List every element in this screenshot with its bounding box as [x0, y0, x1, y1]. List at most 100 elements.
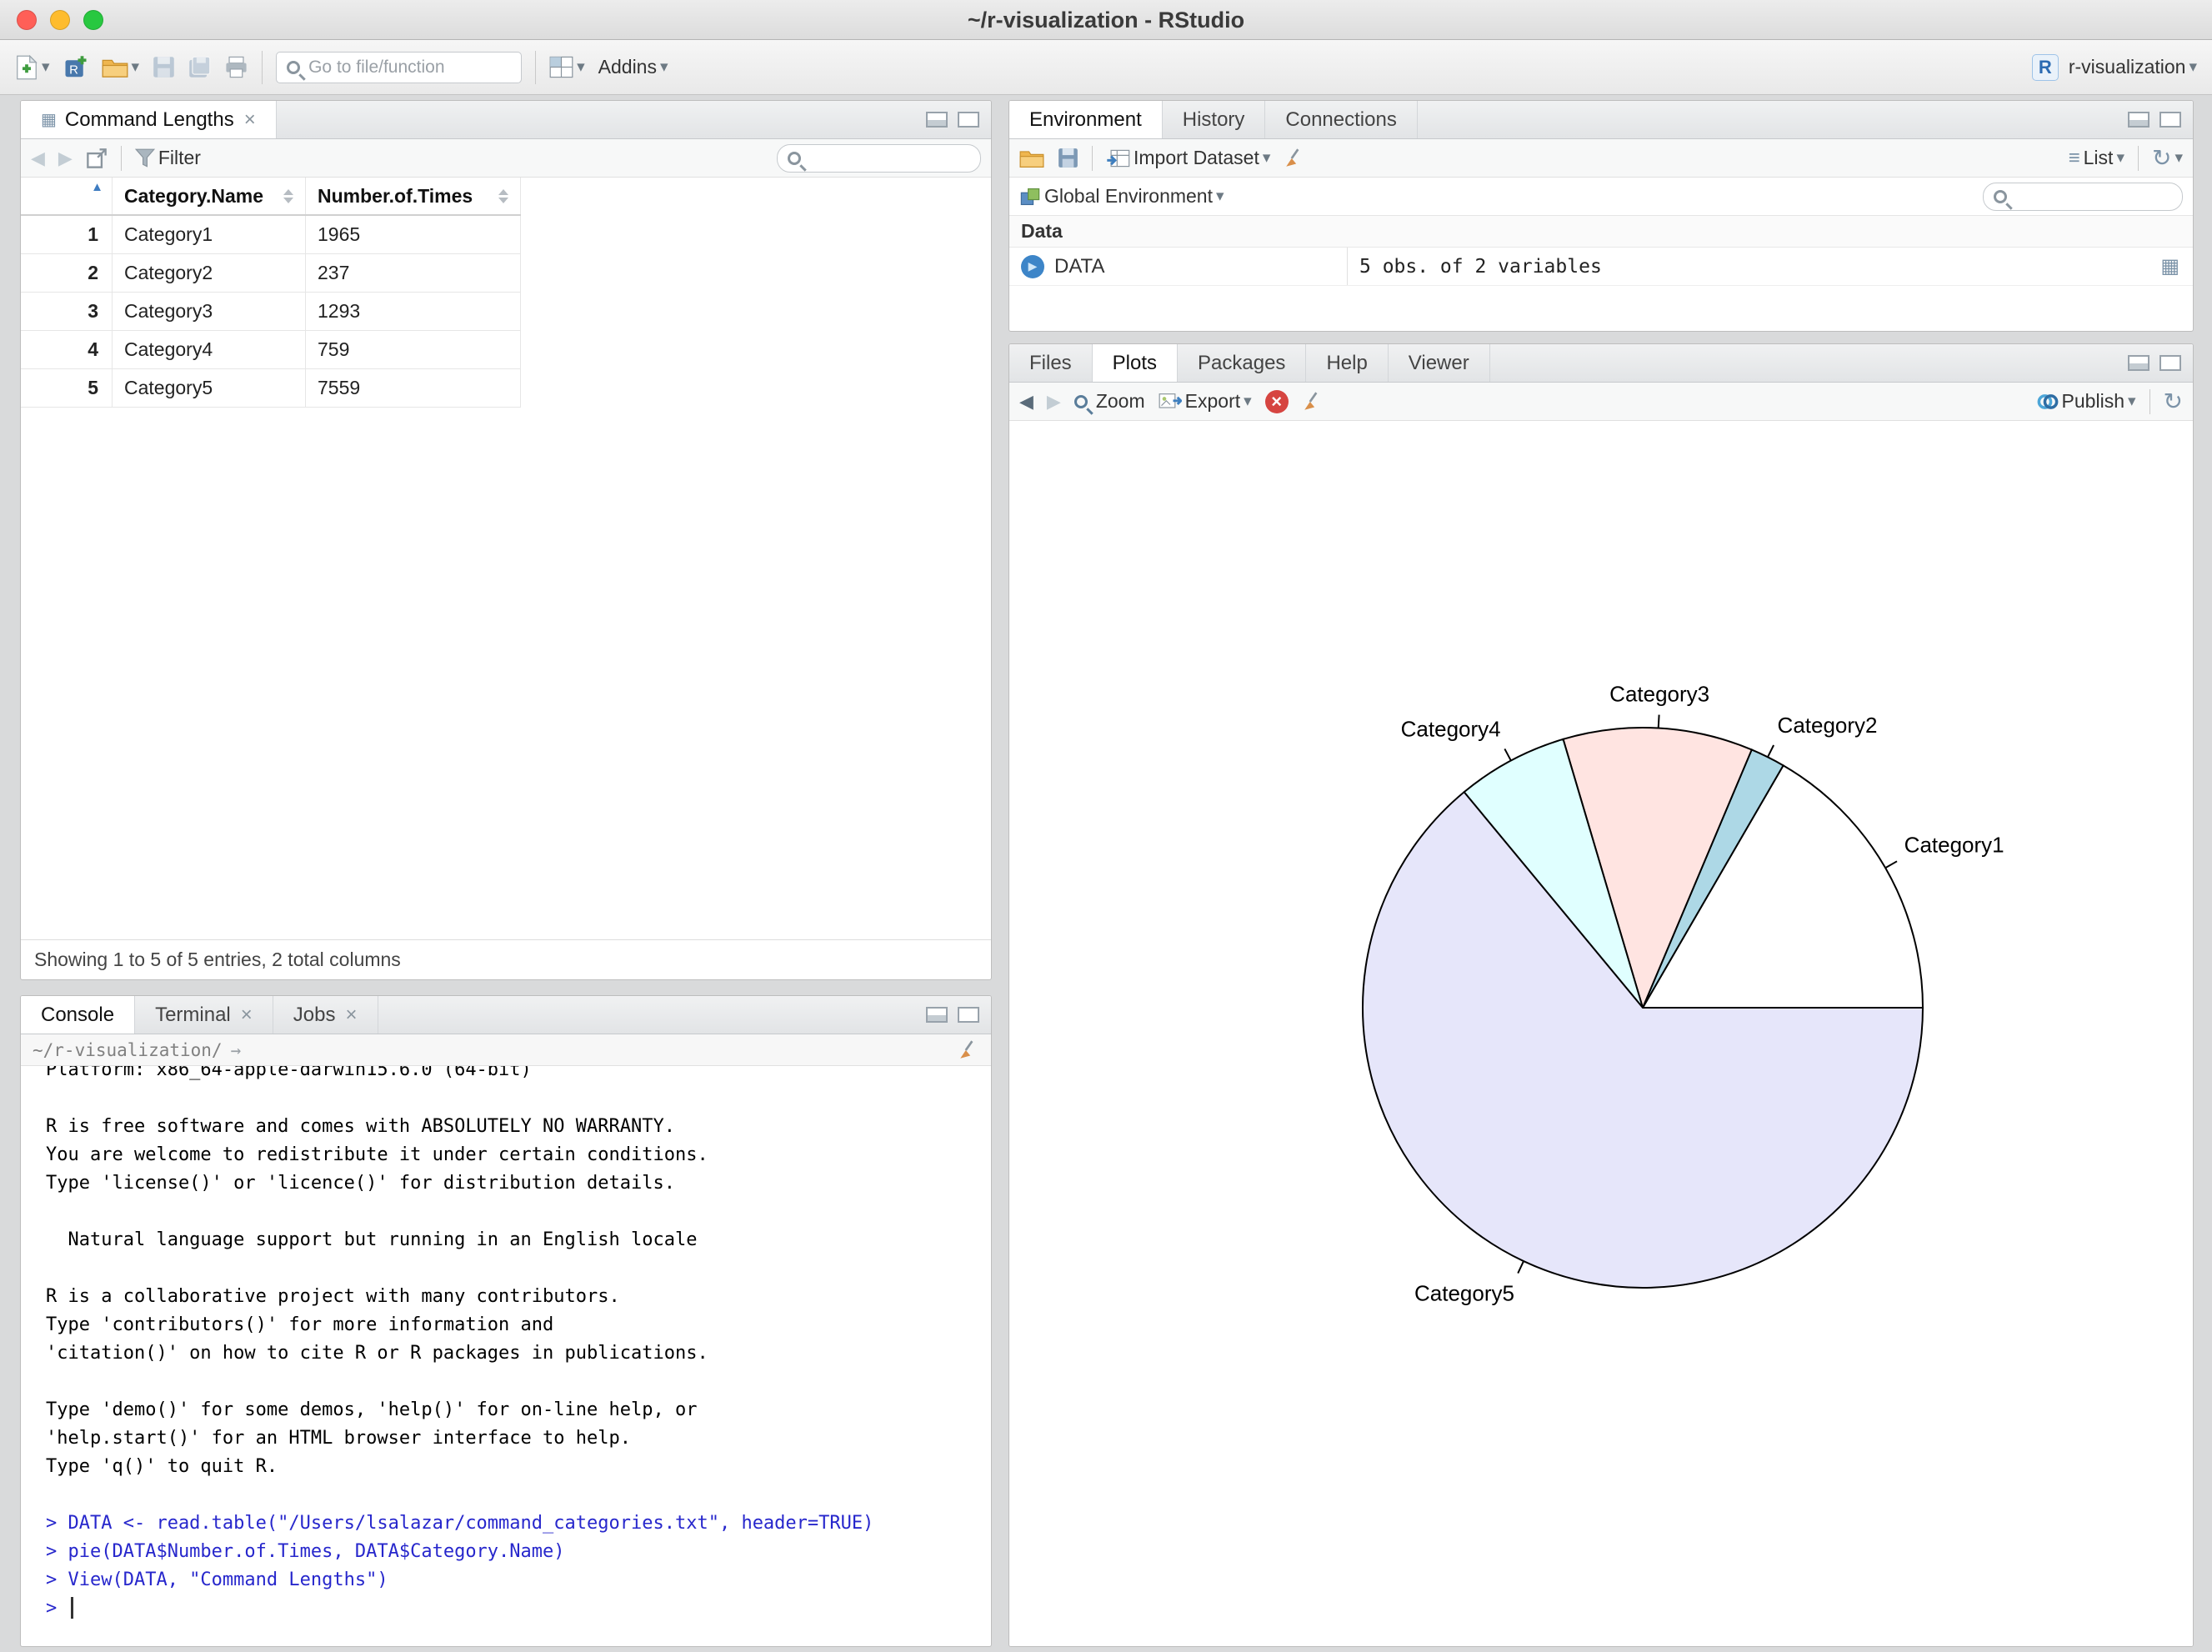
- tab-label: Packages: [1198, 351, 1286, 374]
- maximize-pane-button[interactable]: [2159, 355, 2181, 371]
- toolbar-separator: [1092, 145, 1093, 171]
- import-dataset-menu[interactable]: Import Dataset ▾: [1106, 147, 1270, 169]
- tab-plots[interactable]: Plots: [1092, 344, 1179, 382]
- close-tab-icon[interactable]: ×: [241, 1004, 253, 1027]
- show-data-icon[interactable]: ▶: [1021, 254, 1044, 278]
- close-tab-icon[interactable]: ×: [345, 1004, 357, 1027]
- minimize-pane-button[interactable]: [2128, 355, 2149, 371]
- filter-label: Filter: [158, 147, 201, 168]
- tab-console[interactable]: Console: [21, 996, 136, 1034]
- minimize-pane-button[interactable]: [926, 1007, 948, 1023]
- maximize-pane-button[interactable]: [958, 112, 979, 128]
- environment-search-box: [1983, 182, 2183, 211]
- tab-viewer[interactable]: Viewer: [1389, 344, 1490, 382]
- tab-terminal[interactable]: Terminal ×: [135, 996, 273, 1034]
- maximize-pane-button[interactable]: [958, 1007, 979, 1023]
- pie-label-tick: [1767, 744, 1774, 758]
- save-all-button[interactable]: [188, 56, 211, 78]
- column-header-category-name[interactable]: Category.Name: [113, 178, 306, 214]
- tab-packages[interactable]: Packages: [1178, 344, 1307, 382]
- tab-history[interactable]: History: [1163, 101, 1266, 138]
- load-workspace-button[interactable]: [1019, 148, 1044, 168]
- open-in-new-window-icon: [87, 148, 107, 168]
- table-row[interactable]: 3 Category3 1293: [21, 293, 521, 331]
- minimize-pane-button[interactable]: [926, 112, 948, 128]
- table-row[interactable]: 5 Category5 7559: [21, 369, 521, 408]
- export-menu[interactable]: Export ▾: [1159, 390, 1252, 413]
- new-file-button[interactable]: ▾: [15, 54, 50, 80]
- console-line: R is a collaborative project with many c…: [46, 1286, 620, 1307]
- table-row[interactable]: 4 Category4 759: [21, 331, 521, 369]
- table-search-input[interactable]: [809, 148, 970, 168]
- filter-funnel-icon: [134, 148, 155, 168]
- tab-environment[interactable]: Environment: [1009, 101, 1163, 138]
- tab-files[interactable]: Files: [1009, 344, 1093, 382]
- zoom-button[interactable]: Zoom: [1073, 390, 1145, 413]
- environment-search-input[interactable]: [2015, 186, 2172, 207]
- sort-arrows-icon: [498, 188, 508, 203]
- addins-menu[interactable]: Addins ▾: [598, 56, 668, 78]
- project-menu[interactable]: R r-visualization ▾: [2031, 53, 2197, 81]
- popout-button[interactable]: [86, 148, 108, 169]
- toolbar-separator: [2149, 388, 2150, 414]
- forward-button[interactable]: ▶: [58, 148, 73, 169]
- console-line: 'help.start()' for an HTML browser inter…: [46, 1428, 631, 1449]
- pie-label-tick: [1884, 860, 1898, 869]
- console-line: Type 'license()' or 'licence()' for dist…: [46, 1173, 675, 1194]
- table-row[interactable]: 1 Category1 1965: [21, 216, 521, 254]
- clear-plots-button[interactable]: [1302, 391, 1324, 413]
- clear-console-button[interactable]: [958, 1039, 979, 1061]
- plots-toolbar: ◀ ▶ Zoom Export ▾ × Publish ▾ ↻: [1009, 383, 2193, 421]
- publish-button[interactable]: Publish ▾: [2037, 390, 2136, 413]
- console-pane: Console Terminal × Jobs × ~/r-visualizat…: [20, 995, 992, 1647]
- chevron-down-icon: ▾: [1216, 188, 1224, 205]
- environment-scope-menu[interactable]: Global Environment ▾: [1019, 185, 1224, 208]
- tab-help[interactable]: Help: [1306, 344, 1389, 382]
- row-number: 3: [21, 293, 113, 330]
- chevron-down-icon: ▾: [2127, 393, 2136, 410]
- column-header-number-of-times[interactable]: Number.of.Times: [306, 178, 521, 214]
- toolbar-separator: [262, 50, 263, 84]
- sort-indicator-icon: ▲: [91, 180, 103, 194]
- filter-button[interactable]: Filter: [134, 147, 201, 169]
- print-button[interactable]: [224, 56, 248, 78]
- open-file-button[interactable]: ▾: [102, 57, 139, 78]
- table-footer-status: Showing 1 to 5 of 5 entries, 2 total col…: [21, 939, 991, 979]
- console-output[interactable]: Platform: x86_64-apple-darwin15.6.0 (64-…: [21, 1066, 991, 1646]
- remove-plot-button[interactable]: ×: [1264, 389, 1289, 413]
- cell-category-name: Category1: [113, 216, 306, 253]
- pie-label: Category4: [1401, 717, 1501, 742]
- list-view-menu[interactable]: ≡ List ▾: [2069, 147, 2124, 169]
- back-button[interactable]: ◀: [31, 148, 45, 169]
- pie-label: Category1: [1904, 832, 2004, 857]
- save-all-icon: [189, 56, 211, 78]
- pane-layout-button[interactable]: ▾: [549, 56, 585, 78]
- view-table-icon[interactable]: ▦: [2160, 256, 2193, 277]
- tab-connections[interactable]: Connections: [1265, 101, 1418, 138]
- goto-directory-icon[interactable]: →: [231, 1040, 242, 1060]
- save-workspace-button[interactable]: [1058, 148, 1078, 168]
- environment-entry-row[interactable]: ▶ DATA 5 obs. of 2 variables ▦: [1009, 248, 2193, 286]
- tab-label: Help: [1326, 351, 1368, 374]
- tab-jobs[interactable]: Jobs ×: [273, 996, 378, 1034]
- refresh-environment-button[interactable]: ↻ ▾: [2152, 146, 2183, 170]
- new-project-button[interactable]: R: [63, 55, 88, 80]
- clear-environment-button[interactable]: [1284, 148, 1305, 169]
- close-tab-icon[interactable]: ×: [244, 108, 256, 132]
- console-line: > DATA <- read.table("/Users/lsalazar/co…: [46, 1513, 874, 1534]
- save-button[interactable]: [153, 56, 175, 78]
- refresh-plot-button[interactable]: ↻: [2164, 389, 2183, 413]
- minimize-pane-button[interactable]: [2128, 112, 2149, 128]
- close-icon: ×: [1271, 390, 1283, 412]
- tab-label: Environment: [1029, 108, 1142, 131]
- publish-icon: [2037, 393, 2058, 409]
- maximize-pane-button[interactable]: [2159, 112, 2181, 128]
- tab-command-lengths[interactable]: ▦ Command Lengths ×: [21, 101, 277, 138]
- cell-category-name: Category4: [113, 331, 306, 368]
- table-row[interactable]: 2 Category2 237: [21, 254, 521, 293]
- row-number-header[interactable]: ▲: [21, 178, 113, 214]
- next-plot-button[interactable]: ▶: [1047, 391, 1061, 413]
- goto-file-input[interactable]: [308, 57, 512, 78]
- previous-plot-button[interactable]: ◀: [1019, 391, 1033, 413]
